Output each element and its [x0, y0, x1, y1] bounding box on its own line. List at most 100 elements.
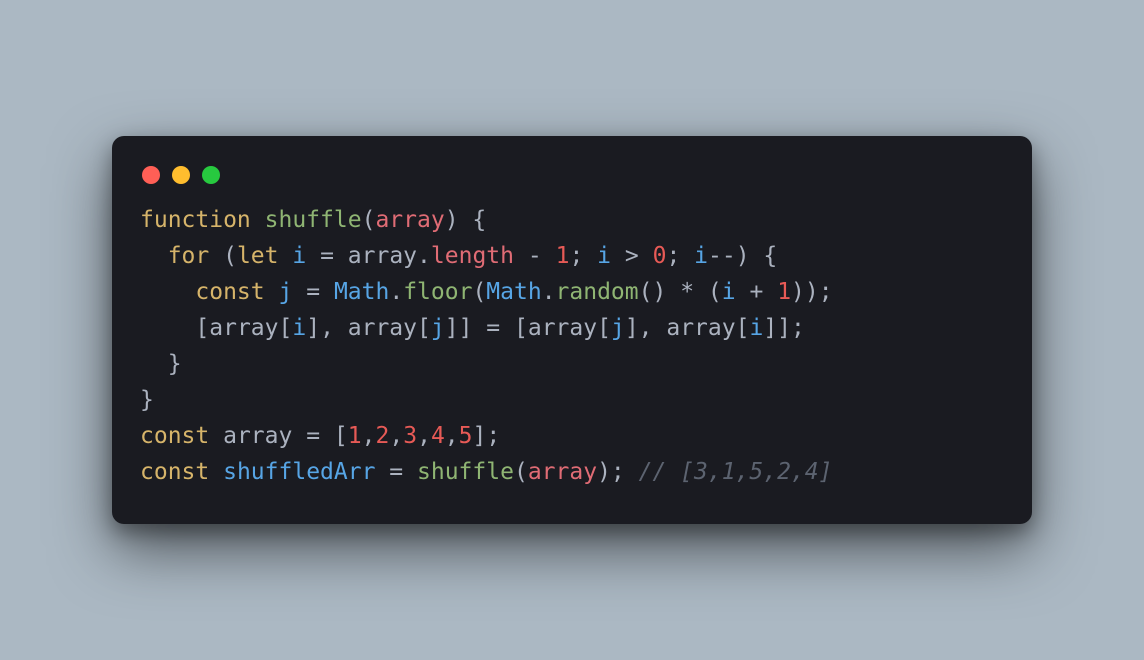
code-token: i	[597, 243, 611, 269]
code-token: array	[666, 315, 735, 341]
code-token: 1	[777, 279, 791, 305]
code-token: array	[528, 315, 597, 341]
code-token: ,	[417, 423, 431, 449]
code-token: (	[209, 243, 237, 269]
code-token: 0	[653, 243, 667, 269]
code-token: [	[597, 315, 611, 341]
code-token: ;	[569, 243, 597, 269]
code-token: 3	[403, 423, 417, 449]
code-token	[265, 279, 279, 305]
code-token: ) {	[445, 207, 487, 233]
code-token	[306, 243, 320, 269]
code-token: [	[279, 315, 293, 341]
code-token: const	[140, 423, 209, 449]
code-token	[251, 207, 265, 233]
code-token: }	[140, 351, 182, 377]
close-icon[interactable]	[142, 166, 160, 184]
code-token	[209, 423, 223, 449]
code-token: [	[320, 423, 348, 449]
code-token: shuffledArr	[223, 459, 375, 485]
code-token: (	[694, 279, 722, 305]
code-token: (	[514, 459, 528, 485]
zoom-icon[interactable]	[202, 166, 220, 184]
code-token: i	[722, 279, 736, 305]
code-token: .	[542, 279, 556, 305]
code-token: j	[279, 279, 293, 305]
code-token: const	[195, 279, 264, 305]
code-token: array	[223, 423, 292, 449]
code-token	[292, 423, 306, 449]
code-token: j	[431, 315, 445, 341]
code-token: 1	[556, 243, 570, 269]
code-token	[320, 279, 334, 305]
code-token: length	[431, 243, 514, 269]
code-token: ]];	[763, 315, 805, 341]
code-token: array	[375, 207, 444, 233]
code-token: (	[472, 279, 486, 305]
code-token: *	[680, 279, 694, 305]
code-token	[334, 243, 348, 269]
code-token: ) {	[736, 243, 778, 269]
code-token: -	[528, 243, 542, 269]
code-token: array	[209, 315, 278, 341]
code-token: i	[292, 315, 306, 341]
code-token: .	[389, 279, 403, 305]
code-token: for	[168, 243, 210, 269]
code-token: --	[708, 243, 736, 269]
code-token: const	[140, 459, 209, 485]
code-token: floor	[403, 279, 472, 305]
code-token: 1	[348, 423, 362, 449]
code-token: >	[625, 243, 639, 269]
code-token	[140, 243, 168, 269]
code-token: 5	[459, 423, 473, 449]
code-token	[140, 279, 195, 305]
code-token: let	[237, 243, 279, 269]
code-token: (	[362, 207, 376, 233]
code-token: array	[348, 243, 417, 269]
code-token: i	[749, 315, 763, 341]
code-token	[514, 243, 528, 269]
code-token	[542, 243, 556, 269]
code-token: ];	[473, 423, 501, 449]
code-token	[639, 243, 653, 269]
code-token	[611, 243, 625, 269]
code-token: random	[556, 279, 639, 305]
code-token: [	[417, 315, 431, 341]
code-token: ],	[306, 315, 348, 341]
code-token	[375, 459, 389, 485]
code-token: ,	[389, 423, 403, 449]
code-token	[209, 459, 223, 485]
code-token: ,	[362, 423, 376, 449]
code-window: function shuffle(array) { for (let i = a…	[112, 136, 1032, 524]
code-token: 4	[431, 423, 445, 449]
code-token: shuffle	[265, 207, 362, 233]
titlebar	[140, 160, 1004, 202]
code-token: =	[320, 243, 334, 269]
code-token: =	[389, 459, 403, 485]
code-token: ]]	[445, 315, 487, 341]
code-token	[763, 279, 777, 305]
code-token: shuffle	[417, 459, 514, 485]
code-token	[292, 279, 306, 305]
code-token: array	[348, 315, 417, 341]
code-token: ()	[639, 279, 681, 305]
code-token: ));	[791, 279, 833, 305]
code-token: Math	[334, 279, 389, 305]
code-token: ,	[445, 423, 459, 449]
code-token: [	[140, 315, 209, 341]
code-token: array	[528, 459, 597, 485]
code-token: Math	[486, 279, 541, 305]
code-token: j	[611, 315, 625, 341]
code-token: function	[140, 207, 251, 233]
code-token: ],	[625, 315, 667, 341]
code-token: =	[306, 423, 320, 449]
code-token: [	[736, 315, 750, 341]
code-token: );	[597, 459, 639, 485]
code-token: +	[749, 279, 763, 305]
code-token: [	[500, 315, 528, 341]
minimize-icon[interactable]	[172, 166, 190, 184]
code-token: .	[417, 243, 431, 269]
code-block: function shuffle(array) { for (let i = a…	[140, 202, 1004, 490]
code-token: 2	[376, 423, 390, 449]
code-token: // [3,1,5,2,4]	[639, 459, 833, 485]
